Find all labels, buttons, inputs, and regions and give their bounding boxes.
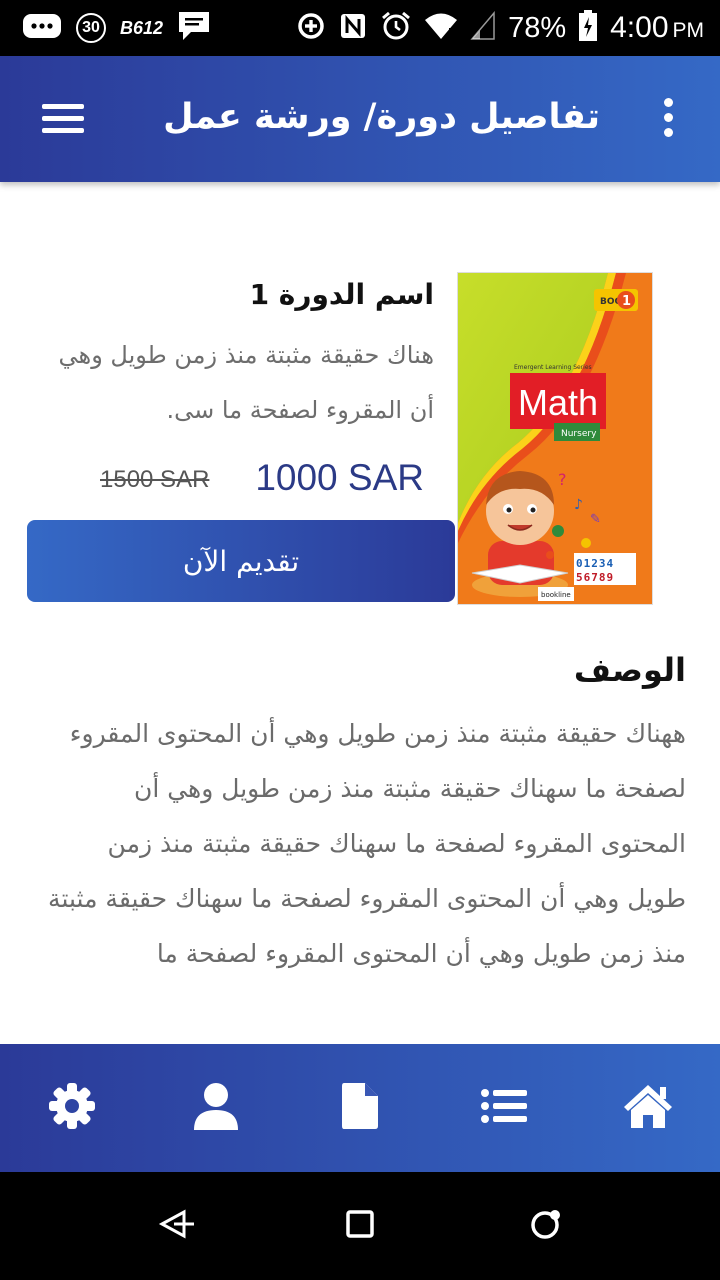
document-icon [341, 1082, 379, 1134]
cover-number-blocks: 01234 56789 [574, 553, 636, 585]
cover-series: Emergent Learning Series [514, 364, 592, 371]
course-price: 1000 SAR [255, 457, 424, 498]
battery-percent: 78% [508, 11, 567, 44]
nav-profile[interactable] [144, 1044, 288, 1172]
chat-notification-icon [177, 10, 211, 46]
svg-text:?: ? [558, 470, 567, 489]
battery-charging-icon [578, 10, 598, 46]
apply-now-button[interactable]: تقديم الآن [27, 520, 455, 602]
cover-book-number: 1 [622, 294, 631, 309]
cover-subject: Math [518, 382, 598, 423]
more-vert-icon [664, 98, 673, 107]
more-vert-dot [664, 128, 673, 137]
menu-icon-bar [42, 128, 84, 133]
status-bar-system: 78% 4:00 PM [296, 8, 704, 48]
nfc-icon [338, 11, 368, 45]
circle-icon [528, 1206, 564, 1246]
cover-digits-row1: 01234 [576, 557, 614, 570]
description-title: الوصف [573, 651, 686, 689]
menu-icon-bar [42, 116, 84, 121]
menu-icon [42, 104, 84, 109]
home-system-button[interactable] [516, 1196, 576, 1256]
page-title: تفاصيل دورة/ ورشة عمل [163, 97, 600, 137]
b612-icon: B612 [120, 17, 164, 38]
system-nav-bar [0, 1172, 720, 1280]
badge-30-icon: 30 [76, 13, 106, 43]
back-icon [154, 1204, 194, 1248]
clock-time: 4:00 [610, 11, 669, 44]
square-icon [345, 1209, 375, 1243]
nav-list[interactable] [432, 1044, 576, 1172]
status-bar-notifications: 30 B612 [22, 10, 211, 46]
message-notification-icon [22, 11, 62, 45]
more-options-button[interactable] [658, 96, 680, 142]
overview-button[interactable] [330, 1196, 390, 1256]
more-vert-dot [664, 113, 673, 122]
list-icon [481, 1089, 527, 1127]
status-bar: 30 B612 78% 4:00 PM [0, 0, 720, 56]
nav-settings[interactable] [0, 1044, 144, 1172]
screen: 30 B612 78% 4:00 PM تفاصيل دورة/ ورشة عم… [0, 0, 720, 1280]
wifi-icon [424, 11, 458, 45]
cover-digits-row2: 56789 [576, 571, 614, 584]
clock: 4:00 PM [610, 11, 704, 45]
svg-text:✎: ✎ [590, 512, 601, 527]
course-cover-image: BOOK 1 Emergent Learning Series Math Nur… [457, 272, 653, 605]
badge-30-label: 30 [82, 19, 100, 36]
description-body: ههناك حقيقة مثبتة منذ زمن طويل وهي أن ال… [48, 719, 686, 968]
course-short-description: هناك حقيقة مثبتة منذ زمن طويل وهي أن الم… [58, 341, 434, 424]
home-icon [622, 1083, 674, 1133]
bottom-nav [0, 1044, 720, 1172]
course-old-price: 1500 SAR [100, 466, 210, 493]
clock-ampm: PM [672, 19, 705, 42]
nav-home[interactable] [576, 1044, 720, 1172]
svg-text:♪: ♪ [574, 497, 583, 513]
course-name: اسم الدورة 1 [249, 278, 434, 311]
alarm-icon [380, 10, 412, 46]
signal-icon [470, 10, 496, 45]
app-bar: تفاصيل دورة/ ورشة عمل [0, 56, 720, 182]
back-button[interactable] [144, 1196, 204, 1256]
gear-icon [46, 1080, 98, 1136]
nav-documents[interactable] [288, 1044, 432, 1172]
menu-button[interactable] [38, 96, 88, 142]
cover-publisher: bookline [541, 591, 571, 599]
cover-level: Nursery [561, 429, 597, 439]
data-saver-icon [296, 11, 326, 45]
user-icon [193, 1082, 239, 1134]
